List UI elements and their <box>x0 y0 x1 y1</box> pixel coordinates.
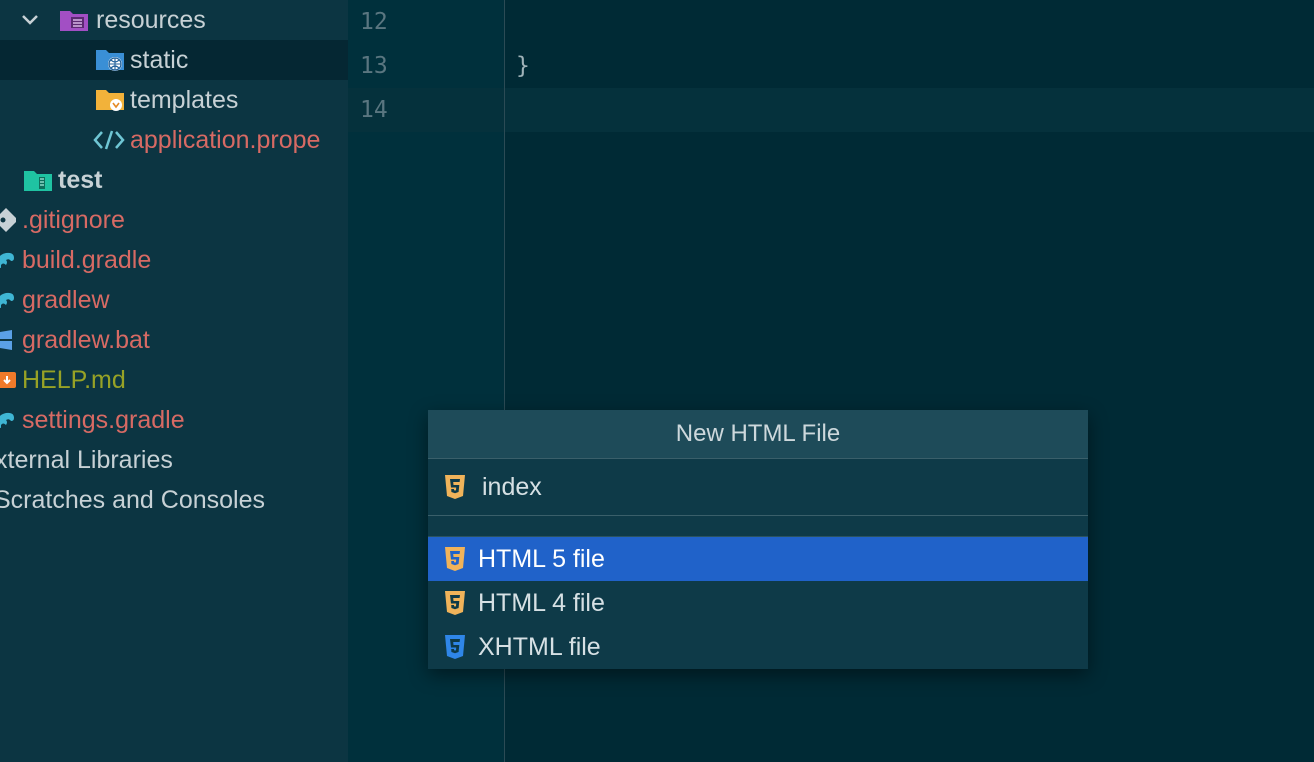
tree-item-label: build.gradle <box>22 245 152 274</box>
tree-item-label: HELP.md <box>22 365 126 394</box>
tree-item-label: static <box>130 45 189 74</box>
tree-item-label: templates <box>130 85 239 114</box>
tree-item-label: gradlew.bat <box>22 325 150 354</box>
tree-item-gradlew-bat[interactable]: gradlew.bat <box>0 320 348 360</box>
code-line[interactable]: } <box>516 44 530 88</box>
option-html4-file[interactable]: HTML 4 file <box>428 581 1088 625</box>
gradle-icon <box>0 407 16 433</box>
dialog-title: New HTML File <box>428 410 1088 459</box>
html5-icon <box>444 546 466 572</box>
option-html5-file[interactable]: HTML 5 file <box>428 537 1088 581</box>
line-number: 12 <box>360 9 388 35</box>
tree-item-gitignore[interactable]: .gitignore <box>0 200 348 240</box>
tree-item-label: resources <box>96 5 206 34</box>
test-folder-icon <box>22 168 54 192</box>
windows-icon <box>0 327 16 353</box>
html5-icon <box>444 474 466 500</box>
tree-item-label: gradlew <box>22 285 110 314</box>
new-html-file-dialog: New HTML File HTML 5 file HTML 4 file XH… <box>428 410 1088 669</box>
web-folder-icon <box>94 47 126 73</box>
tree-item-test[interactable]: test <box>0 160 348 200</box>
gradle-icon <box>0 287 16 313</box>
tree-item-label: test <box>58 165 103 194</box>
tree-item-external-libraries[interactable]: xternal Libraries <box>0 440 348 480</box>
current-line-highlight <box>348 88 1314 132</box>
css-icon <box>444 634 466 660</box>
filename-input-row <box>428 459 1088 516</box>
tree-item-label: settings.gradle <box>22 405 185 434</box>
option-label: XHTML file <box>478 632 601 661</box>
tree-item-scratches[interactable]: Scratches and Consoles <box>0 480 348 520</box>
gradle-icon <box>0 247 16 273</box>
line-number: 13 <box>360 53 388 79</box>
option-label: HTML 4 file <box>478 588 605 617</box>
line-number: 14 <box>360 97 388 123</box>
tree-item-label: Scratches and Consoles <box>0 485 265 514</box>
project-tree: resources static templates application.p… <box>0 0 348 762</box>
html5-icon <box>444 590 466 616</box>
resources-folder-icon <box>58 8 90 32</box>
tree-item-templates[interactable]: templates <box>0 80 348 120</box>
filename-input[interactable] <box>480 466 1074 508</box>
tree-item-label: .gitignore <box>22 205 125 234</box>
tree-item-label: application.prope <box>130 125 321 154</box>
tree-item-build-gradle[interactable]: build.gradle <box>0 240 348 280</box>
git-icon <box>0 207 16 233</box>
option-label: HTML 5 file <box>478 544 605 573</box>
chevron-down-icon[interactable] <box>20 14 40 26</box>
tree-item-static[interactable]: static <box>0 40 348 80</box>
tree-item-help-md[interactable]: HELP.md <box>0 360 348 400</box>
tree-item-gradlew[interactable]: gradlew <box>0 280 348 320</box>
tree-item-application-properties[interactable]: application.prope <box>0 120 348 160</box>
dialog-separator <box>428 516 1088 537</box>
option-xhtml-file[interactable]: XHTML file <box>428 625 1088 669</box>
templates-folder-icon <box>94 87 126 113</box>
markdown-icon <box>0 367 16 393</box>
tree-item-label: xternal Libraries <box>0 445 173 474</box>
code-file-icon <box>92 129 126 151</box>
tree-item-settings-gradle[interactable]: settings.gradle <box>0 400 348 440</box>
tree-item-resources[interactable]: resources <box>0 0 348 40</box>
